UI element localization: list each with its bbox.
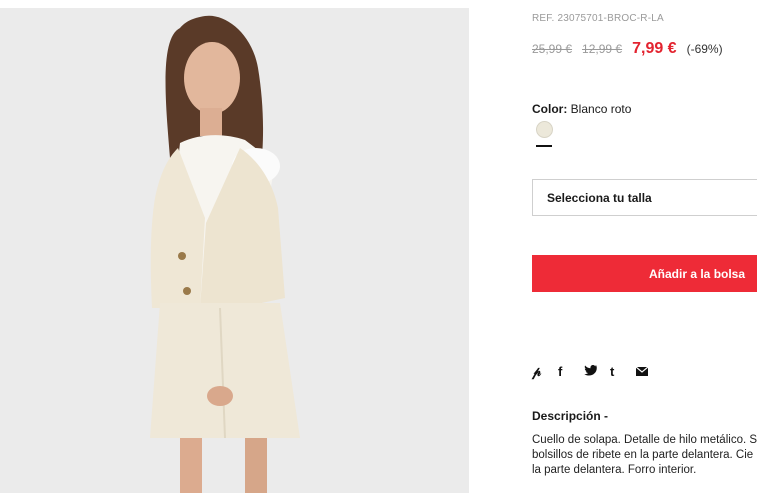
description-line: Cuello de solapa. Detalle de hilo metáli… [532, 434, 757, 446]
previous-price: 12,99 € [582, 42, 623, 56]
original-price: 25,99 € [532, 42, 573, 56]
product-info-panel: REF. 23075701-BROC-R-LA 25,99 € 12,99 € … [532, 0, 757, 493]
selected-swatch-indicator [536, 145, 552, 147]
product-photo-illustration [0, 8, 469, 493]
twitter-icon[interactable] [584, 364, 610, 380]
color-swatch[interactable] [536, 121, 553, 138]
description-title: Descripción - [532, 409, 609, 423]
description-line: la parte delantera. Forro interior. [532, 464, 697, 476]
product-reference: REF. 23075701-BROC-R-LA [532, 13, 664, 24]
color-value: Blanco roto [570, 102, 632, 116]
email-icon[interactable] [635, 364, 662, 380]
size-select-label: Selecciona tu talla [547, 191, 652, 205]
description-line: bolsillos de ribete en la parte delanter… [532, 449, 754, 461]
discount-badge: (-69%) [686, 42, 723, 56]
add-to-bag-label: Añadir a la bolsa [649, 267, 746, 281]
description-text: Cuello de solapa. Detalle de hilo metáli… [532, 433, 757, 478]
facebook-icon[interactable]: f [558, 364, 584, 380]
pinterest-icon[interactable]: 𝓅 [532, 364, 558, 380]
size-select[interactable]: Selecciona tu talla [532, 179, 757, 216]
current-price: 7,99 € [632, 40, 677, 57]
share-icons: 𝓅 f t [532, 364, 662, 380]
add-to-bag-button[interactable]: Añadir a la bolsa [532, 255, 757, 292]
price-row: 25,99 € 12,99 € 7,99 € (-69%) [532, 40, 723, 58]
color-label: Color: [532, 102, 568, 116]
product-image[interactable] [0, 8, 469, 493]
tumblr-icon[interactable]: t [610, 364, 636, 380]
color-label-row: Color: Blanco roto [532, 102, 631, 116]
